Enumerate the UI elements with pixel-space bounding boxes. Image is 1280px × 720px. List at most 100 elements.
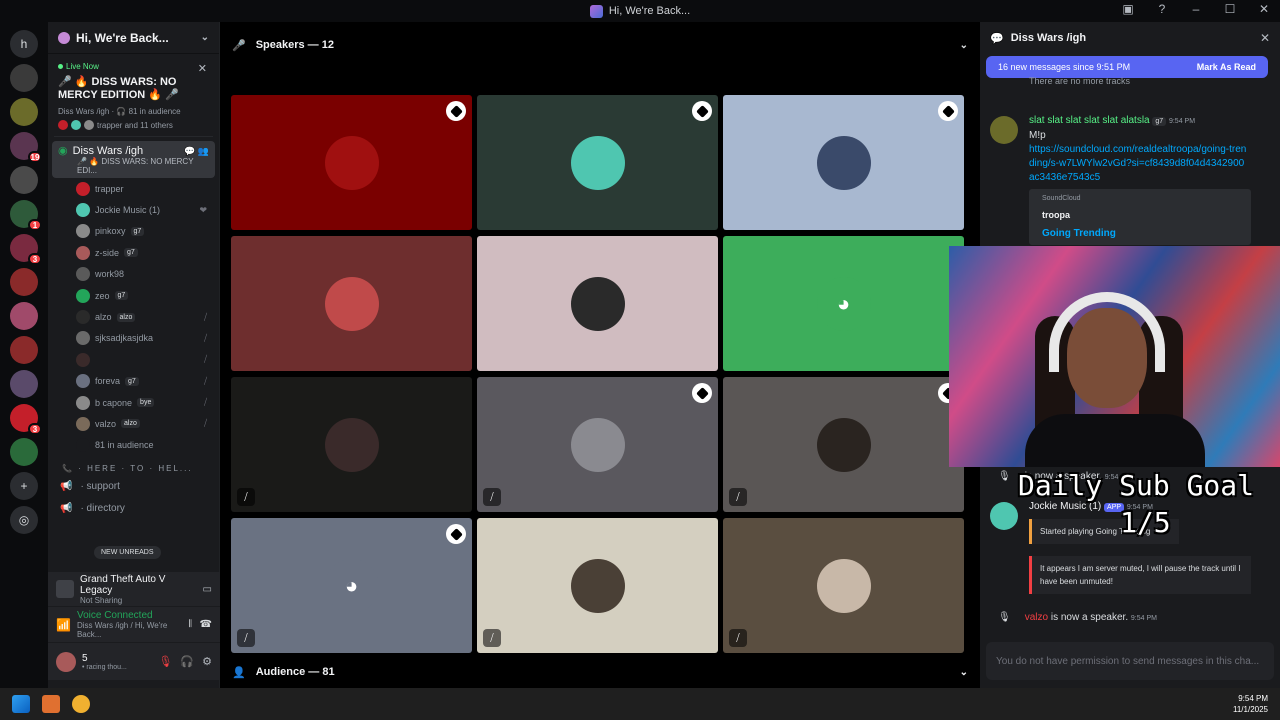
message-text: M!p — [1029, 130, 1046, 141]
mark-as-read-button[interactable]: Mark As Read — [1197, 62, 1256, 72]
member-name: zeo — [95, 290, 110, 301]
server-icon[interactable]: + — [10, 472, 38, 500]
chevron-down-icon[interactable]: ⌄ — [960, 40, 968, 51]
stage-member[interactable]: pinkoxy g7 — [48, 221, 219, 242]
chevron-down-icon: ⌄ — [200, 32, 209, 43]
chevron-down-icon[interactable]: ⌄ — [960, 667, 968, 678]
message-input[interactable]: You do not have permission to send messa… — [986, 642, 1274, 680]
minimize-button[interactable]: – — [1188, 2, 1204, 16]
server-icon[interactable] — [10, 370, 38, 398]
stage-channel-diss-wars[interactable]: ◉ Diss Wars /igh 🎤 🔥 DISS WARS: NO MERCY … — [52, 141, 215, 178]
help-icon[interactable]: ? — [1154, 2, 1170, 16]
mute-icon[interactable]: 🎙 — [158, 655, 172, 668]
mic-muted-icon: ⧸ — [483, 488, 501, 506]
sub-goal-label: Daily Sub Goal — [1018, 469, 1255, 502]
speaker-tile[interactable] — [723, 95, 964, 230]
voice-status[interactable]: Voice Connected — [77, 610, 183, 621]
speaker-tile[interactable]: ◕ ⧸ — [231, 518, 472, 653]
windows-start-icon[interactable] — [12, 695, 30, 713]
stage-member[interactable]: Jockie Music (1) ❤ — [48, 199, 219, 220]
gear-icon[interactable]: ⚙ — [202, 655, 212, 668]
server-icon[interactable] — [10, 268, 38, 296]
server-icon[interactable] — [10, 64, 38, 92]
voice-detail: Diss Wars /igh / Hi, We're Back... — [76, 621, 168, 639]
speaker-tile[interactable]: ⧸ — [477, 377, 718, 512]
app-icon[interactable] — [42, 695, 60, 713]
muted-notice-card: It appears I am server muted, I will pau… — [1029, 556, 1251, 594]
stage-member[interactable]: work98 — [48, 264, 219, 285]
server-icon[interactable] — [10, 438, 38, 466]
audience-header[interactable]: 👤 Audience — 81 ⌄ — [220, 656, 980, 688]
stage-member[interactable]: b capone bye ⧸ — [48, 392, 219, 413]
stage-member[interactable]: z-side g7 — [48, 242, 219, 263]
share-screen-button[interactable]: ▭ — [203, 584, 212, 595]
avatar — [816, 417, 871, 472]
server-icon[interactable]: ◎ — [10, 506, 38, 534]
live-badge: Live Now — [58, 62, 209, 71]
avatar[interactable] — [990, 502, 1018, 530]
server-icon[interactable] — [10, 336, 38, 364]
channel-directory[interactable]: 📢 · directory — [48, 497, 219, 519]
disconnect-button[interactable]: ☎ — [200, 619, 212, 630]
embed-title[interactable]: Going Trending — [1042, 228, 1241, 239]
server-icon[interactable] — [10, 302, 38, 330]
stage-member[interactable]: alzo alzo ⧸ — [48, 306, 219, 327]
message-link[interactable]: https://soundcloud.com/realdealtroopa/go… — [1029, 143, 1249, 185]
speaker-tile[interactable]: ⧸ — [477, 518, 718, 653]
soundboard-icon[interactable]: 𝄃 — [189, 619, 191, 630]
inbox-icon[interactable]: ▣ — [1120, 2, 1136, 16]
close-icon[interactable]: ✕ — [198, 62, 207, 75]
stage-member[interactable]: 81 in audience — [48, 435, 219, 456]
mic-icon: 🎤 — [232, 39, 246, 52]
server-icon — [58, 31, 70, 44]
speakers-header[interactable]: 🎤 Speakers — 12 ⌄ — [220, 22, 980, 68]
channel-support[interactable]: 📢 · support — [48, 475, 219, 497]
category-header[interactable]: 📞 · HERE · TO · HEL... — [48, 456, 219, 475]
speaker-tile[interactable] — [231, 236, 472, 371]
message-author[interactable]: slat slat slat slat slat alatsla — [1029, 115, 1150, 126]
server-icon[interactable]: 3 — [10, 234, 42, 265]
stage-member[interactable]: sjksadjkasjdka ⧸ — [48, 328, 219, 349]
stage-member[interactable]: trapper — [48, 178, 219, 199]
avatar[interactable] — [990, 116, 1018, 144]
message-author[interactable]: Jockie Music (1) — [1029, 501, 1101, 512]
system-clock[interactable]: 9:54 PM 11/1/2025 — [1233, 693, 1268, 715]
speaker-tile[interactable] — [231, 95, 472, 230]
server-icon[interactable]: 1 — [10, 200, 42, 231]
member-name: trapper — [95, 183, 124, 194]
moderator-icon — [692, 101, 712, 121]
chat-icon[interactable]: 💬 👥 — [184, 146, 209, 157]
avatar — [76, 310, 90, 325]
close-button[interactable]: ✕ — [1256, 2, 1272, 16]
speaker-tile[interactable]: ◕ — [723, 236, 964, 371]
speaker-tile[interactable]: ⧸ — [723, 377, 964, 512]
mic-muted-icon: ⧸ — [729, 488, 747, 506]
server-icon[interactable]: h — [10, 30, 38, 58]
server-icon[interactable]: 19 — [10, 132, 42, 163]
stage-member[interactable]: zeo g7 — [48, 285, 219, 306]
discord-icon[interactable] — [72, 695, 90, 713]
stage-member[interactable]: ⧸ — [48, 349, 219, 370]
server-icon[interactable] — [10, 166, 38, 194]
new-unreads-pill[interactable]: NEW UNREADS — [94, 546, 161, 559]
server-icon[interactable]: 3 — [10, 404, 42, 435]
server-icon[interactable] — [10, 98, 38, 126]
live-meta: Diss Wars /igh · 🎧 81 in audience — [58, 107, 181, 116]
avatar[interactable] — [56, 651, 76, 672]
speaker-tile[interactable]: ⧸ — [231, 377, 472, 512]
stage-member[interactable]: foreva g7 ⧸ — [48, 371, 219, 392]
headphones-icon[interactable]: 🎧 — [180, 655, 194, 668]
embed-author[interactable]: troopa — [1042, 210, 1241, 220]
chat-channel-name: Diss Wars /igh — [1010, 32, 1087, 44]
speaker-tile[interactable] — [477, 95, 718, 230]
speaker-tile[interactable] — [477, 236, 718, 371]
member-name: Jockie Music (1) — [95, 205, 161, 216]
live-now-card[interactable]: Live Now ✕ 🎤 🔥 DISS WARS: NO MERCY EDITI… — [54, 58, 213, 137]
stage-member[interactable]: valzo alzo ⧸ — [48, 413, 219, 434]
speaker-tile[interactable]: ⧸ — [723, 518, 964, 653]
guild-tag: g7 — [114, 291, 129, 301]
megaphone-icon: 📢 — [60, 480, 73, 492]
close-icon[interactable]: ✕ — [1260, 31, 1270, 45]
maximize-button[interactable]: ☐ — [1222, 2, 1238, 16]
server-header[interactable]: Hi, We're Back... ⌄ — [48, 22, 219, 54]
